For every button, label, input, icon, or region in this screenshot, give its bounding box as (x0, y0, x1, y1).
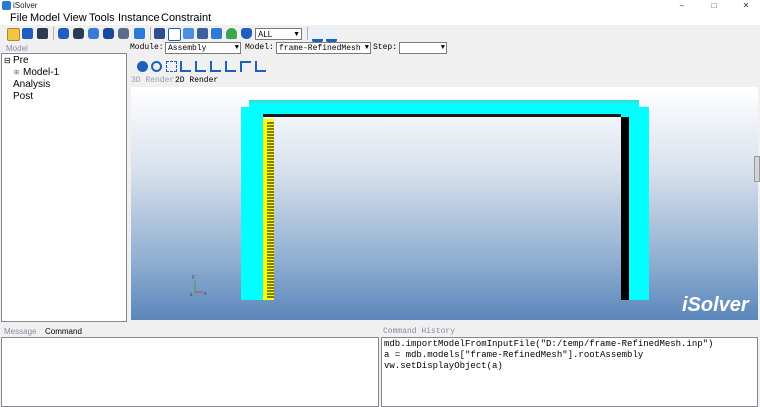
tree-expander-icon[interactable]: ⊟ (4, 55, 11, 67)
menu-instance[interactable]: Instance (118, 11, 160, 25)
maximize-button[interactable]: □ (704, 0, 724, 11)
view-back-icon[interactable] (195, 61, 206, 72)
view-left-icon[interactable] (210, 61, 221, 72)
step-label: Step: (373, 43, 398, 52)
cube-blue-icon[interactable] (58, 28, 69, 39)
menu-tools[interactable]: Tools (89, 11, 115, 25)
cube-solid-icon[interactable] (103, 28, 114, 39)
menu-model[interactable]: Model (30, 11, 60, 25)
view-top-icon[interactable] (240, 61, 251, 72)
command-input-area[interactable] (1, 337, 379, 407)
frame-top-beam-edge (249, 100, 639, 103)
step-select[interactable]: ▼ (399, 42, 447, 54)
save-icon[interactable] (22, 28, 33, 39)
main-toolbar (0, 25, 760, 43)
tree-item-post[interactable]: Post (13, 91, 33, 103)
history-line: mdb.importModelFromInputFile("D:/temp/fr… (384, 339, 714, 349)
part-icon[interactable] (154, 28, 165, 39)
mesh-icon[interactable] (134, 28, 145, 39)
list-icon[interactable] (211, 28, 222, 39)
title-bar (0, 0, 760, 11)
chevron-down-icon: ▼ (234, 44, 239, 52)
tab-2d-render[interactable]: 2D Render (175, 76, 218, 85)
edit-mode-icon[interactable] (326, 28, 337, 42)
model-label: Model: (245, 43, 274, 52)
display-select[interactable]: ALL ▼ (255, 28, 302, 40)
app-logo-icon (2, 1, 11, 10)
frame-model: y x z (190, 100, 649, 300)
select-mode-icon[interactable] (312, 28, 323, 42)
minimize-button[interactable]: – (672, 0, 692, 11)
render-icon[interactable] (183, 28, 194, 39)
tab-message[interactable]: Message (4, 327, 36, 336)
window-title: iSolver (13, 1, 38, 10)
cube-dark-icon[interactable] (73, 28, 84, 39)
view-right-icon[interactable] (225, 61, 236, 72)
frame-beam-shadow (263, 114, 621, 117)
view-iso-icon[interactable] (255, 61, 266, 72)
command-history-label: Command History (383, 327, 456, 336)
axis-label-z: z (190, 292, 193, 298)
surface-icon[interactable] (168, 28, 181, 41)
pan-icon[interactable] (137, 61, 148, 72)
fit-icon[interactable] (166, 61, 177, 72)
contour-icon[interactable] (226, 28, 237, 39)
tree-item-analysis[interactable]: Analysis (13, 79, 50, 91)
select-icon[interactable] (197, 28, 208, 39)
tree-expander-icon[interactable]: ⊞ (14, 67, 19, 79)
cylinder-icon[interactable] (241, 28, 252, 39)
tab-command[interactable]: Command (45, 327, 82, 336)
watermark-logo: iSolver (682, 294, 749, 316)
module-label: Module: (130, 43, 164, 52)
cube-shaded-icon[interactable] (88, 28, 99, 39)
render-viewport[interactable]: y x z (131, 87, 758, 320)
axis-label-y: y (192, 274, 195, 280)
frame-right-shadow (621, 117, 629, 300)
chevron-down-icon: ▼ (440, 44, 445, 52)
rotate-icon[interactable] (151, 61, 162, 72)
chevron-down-icon: ▼ (293, 31, 300, 38)
history-line: a = mdb.models["frame-RefinedMesh"].root… (384, 350, 644, 360)
axis-label-x: x (204, 291, 207, 297)
toolbar-separator (150, 27, 151, 40)
tree-item-pre[interactable]: Pre (13, 55, 29, 67)
toolbar-separator (307, 27, 308, 40)
toolbar-separator (53, 27, 54, 40)
history-line: vw.setDisplayObject(a) (384, 361, 503, 371)
close-button[interactable]: ✕ (736, 0, 756, 11)
open-icon[interactable] (7, 28, 20, 41)
tree-panel-label: Model (6, 44, 28, 53)
module-select[interactable]: Assembly ▼ (165, 42, 241, 54)
save-as-icon[interactable] (37, 28, 48, 39)
frame-left-column (241, 107, 263, 300)
menu-constraint[interactable]: Constraint (161, 11, 211, 25)
menu-view[interactable]: View (63, 11, 87, 25)
cube-wire-icon[interactable] (118, 28, 129, 39)
menu-file[interactable]: File (10, 11, 28, 25)
model-select[interactable]: frame-RefinedMesh ▼ (276, 42, 371, 54)
chevron-down-icon: ▼ (364, 44, 369, 52)
tab-3d-render[interactable]: 3D Render (131, 76, 174, 85)
tree-item-model-1[interactable]: Model-1 (23, 67, 59, 79)
view-front-icon[interactable] (180, 61, 191, 72)
viewport-scrollbar[interactable] (754, 156, 760, 182)
